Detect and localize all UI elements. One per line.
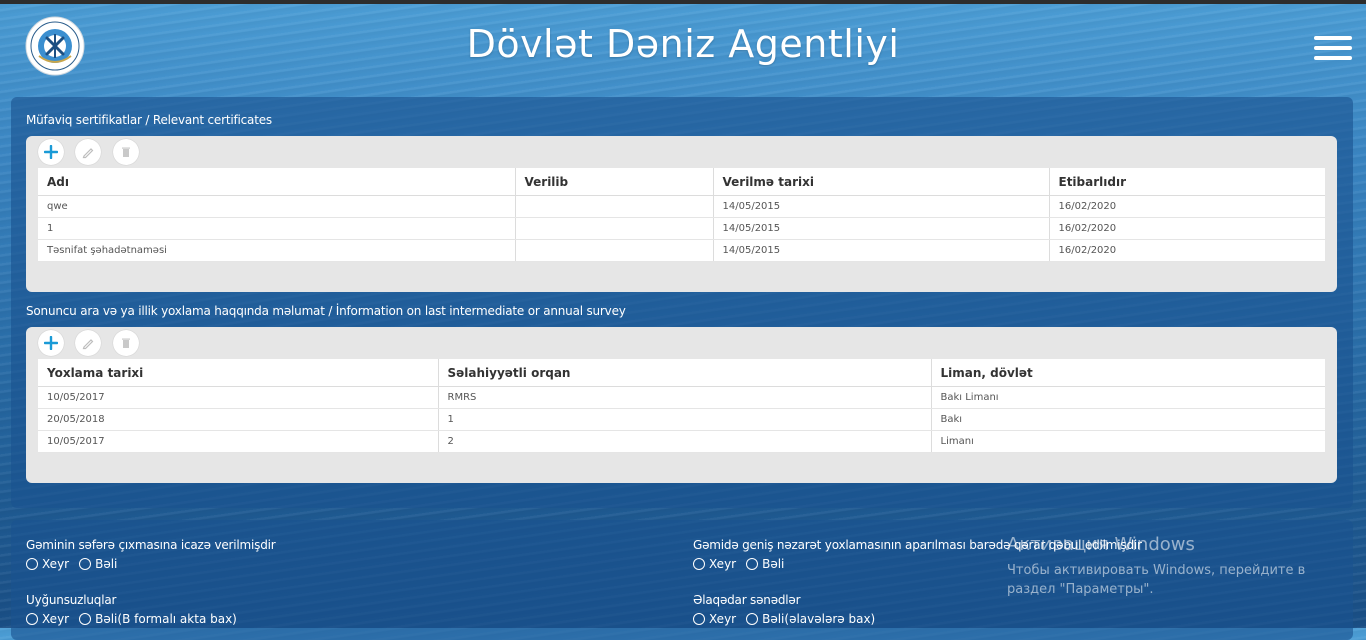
table-row[interactable]: 20/05/2018 1 Bakı [38,408,1325,431]
table-header-row: Adı Verilib Verilmə tarixi Etibarlıdır [38,168,1325,196]
related-documents-yes-radio[interactable]: Bəli(əlavələrə bax) [746,612,875,626]
column-header[interactable]: Liman, dövlət [931,359,1325,387]
plus-icon [44,145,58,159]
radio-circle-icon [693,613,705,625]
column-header[interactable]: Səlahiyyətli orqan [438,359,932,387]
table-cell: 14/05/2015 [713,195,1050,218]
voyage-permission-label: Gəminin səfərə çıxmasına icazə verilmişd… [26,538,276,552]
table-cell: 16/02/2020 [1049,195,1325,218]
nonconformities-yes-radio[interactable]: Bəli(B formalı akta bax) [79,612,237,626]
radio-circle-icon [746,558,759,570]
voyage-permission-radio-group: Xeyr Bəli [26,557,127,571]
table-row[interactable]: qwe 14/05/2015 16/02/2020 [38,195,1325,218]
windows-activation-watermark: Активация Windows Чтобы активировать Win… [1007,534,1305,599]
table-cell [515,195,714,218]
radio-circle-icon [746,613,759,625]
table-header-row: Yoxlama tarixi Səlahiyyətli orqan Liman,… [38,359,1325,387]
watermark-line: Чтобы активировать Windows, перейдите в [1007,563,1306,578]
survey-section-title: Sonuncu ara və ya illik yoxlama haqqında… [26,304,626,318]
table-cell: Təsnifat şəhadətnaməsi [38,239,516,262]
table-cell [515,239,714,262]
related-documents-label: Əlaqədar sənədlər [693,593,801,607]
table-cell: RMRS [438,386,932,409]
edit-certificate-button[interactable] [75,139,101,165]
table-row[interactable]: 10/05/2017 2 Limanı [38,430,1325,453]
voyage-permission-yes-radio[interactable]: Bəli [79,557,117,571]
column-header[interactable]: Yoxlama tarixi [38,359,439,387]
extended-inspection-radio-group: Xeyr Bəli [693,557,794,571]
table-cell: 2 [438,430,932,453]
trash-icon [122,338,130,348]
table-cell: 14/05/2015 [713,217,1050,240]
extended-inspection-no-radio[interactable]: Xeyr [693,557,736,571]
nonconformities-label: Uyğunsuzluqlar [26,593,117,607]
table-cell: 1 [438,408,932,431]
watermark-line: раздел "Параметры". [1007,582,1154,597]
table-cell [515,217,714,240]
certificates-grid: Adı Verilib Verilmə tarixi Etibarlıdır q… [26,136,1337,292]
watermark-title: Активация Windows [1007,534,1195,555]
pencil-icon [82,339,94,350]
delete-survey-button[interactable] [113,330,139,356]
radio-circle-icon [26,613,38,625]
column-header[interactable]: Adı [38,168,516,196]
table-cell: qwe [38,195,516,218]
extended-inspection-yes-radio[interactable]: Bəli [746,557,784,571]
table-cell: 1 [38,217,516,240]
voyage-permission-no-radio[interactable]: Xeyr [26,557,69,571]
table-cell: 20/05/2018 [38,408,439,431]
nonconformities-radio-group: Xeyr Bəli(B formalı akta bax) [26,612,247,626]
table-cell: 16/02/2020 [1049,239,1325,262]
certificates-section-title: Müfaviq sertifikatlar / Relevant certifi… [26,113,272,127]
plus-icon [44,336,58,350]
column-header[interactable]: Etibarlıdır [1049,168,1325,196]
table-row[interactable]: Təsnifat şəhadətnaməsi 14/05/2015 16/02/… [38,239,1325,262]
pencil-icon [82,148,94,159]
radio-circle-icon [79,558,92,570]
table-cell: Limanı [931,430,1325,453]
site-header: Dövlət Dəniz Agentliyi [0,4,1366,90]
survey-table: Yoxlama tarixi Səlahiyyətli orqan Liman,… [38,359,1325,453]
certificates-table: Adı Verilib Verilmə tarixi Etibarlıdır q… [38,168,1325,262]
radio-circle-icon [26,558,38,570]
related-documents-radio-group: Xeyr Bəli(əlavələrə bax) [693,612,885,626]
add-certificate-button[interactable] [38,139,64,165]
trash-icon [122,147,130,157]
delete-certificate-button[interactable] [113,139,139,165]
column-header[interactable]: Verilib [515,168,714,196]
add-survey-button[interactable] [38,330,64,356]
nonconformities-no-radio[interactable]: Xeyr [26,612,69,626]
certificates-toolbar [26,136,1337,167]
radio-circle-icon [79,613,92,625]
table-row[interactable]: 1 14/05/2015 16/02/2020 [38,217,1325,240]
page-title: Dövlət Dəniz Agentliyi [466,22,900,66]
survey-grid: Yoxlama tarixi Səlahiyyətli orqan Liman,… [26,327,1337,483]
edit-survey-button[interactable] [75,330,101,356]
survey-toolbar [26,327,1337,358]
radio-circle-icon [693,558,705,570]
related-documents-no-radio[interactable]: Xeyr [693,612,736,626]
table-cell: 14/05/2015 [713,239,1050,262]
table-cell: 16/02/2020 [1049,217,1325,240]
table-cell: Bakı [931,408,1325,431]
column-header[interactable]: Verilmə tarixi [713,168,1050,196]
table-cell: 10/05/2017 [38,386,439,409]
table-cell: 10/05/2017 [38,430,439,453]
table-cell: Bakı Limanı [931,386,1325,409]
hamburger-menu-icon[interactable] [1314,36,1352,62]
table-row[interactable]: 10/05/2017 RMRS Bakı Limanı [38,386,1325,409]
